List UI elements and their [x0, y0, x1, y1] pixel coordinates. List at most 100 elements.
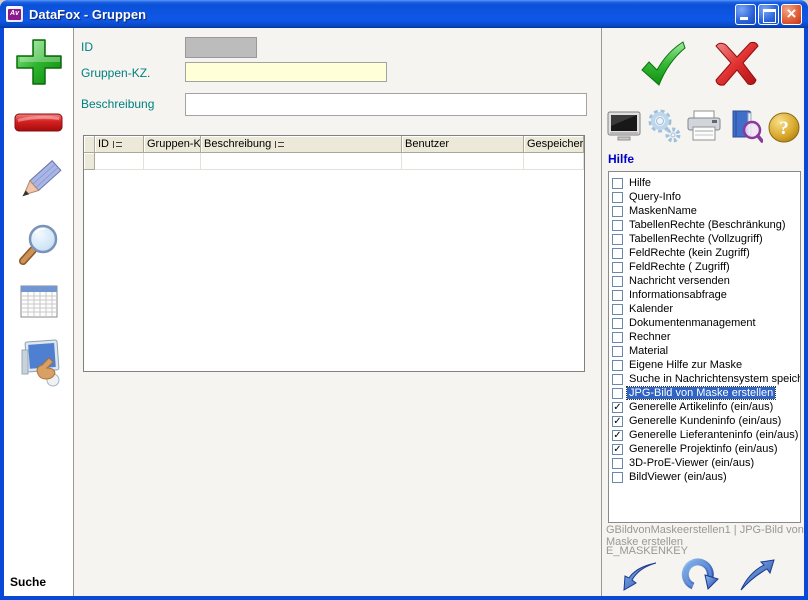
back-button[interactable] [622, 560, 658, 594]
beschreibung-field[interactable] [185, 93, 587, 116]
gruppen-kz-field[interactable] [185, 62, 387, 82]
help-option-informationsabfrage[interactable]: Informationsabfrage [609, 288, 800, 302]
left-toolbar: Suche [4, 28, 74, 596]
help-option-hilfe[interactable]: Hilfe [609, 176, 800, 190]
title-bar[interactable]: Av DataFox - Gruppen [0, 0, 808, 28]
list-button[interactable] [4, 283, 73, 321]
row-selector-cell[interactable] [84, 153, 95, 170]
screen-button[interactable] [607, 110, 641, 142]
app-window: Av DataFox - Gruppen [0, 0, 808, 600]
checkbox[interactable] [612, 360, 623, 371]
arrow-refresh-icon [681, 555, 721, 593]
cancel-button[interactable] [712, 40, 762, 88]
checkbox[interactable] [612, 192, 623, 203]
help-option-label: Query-Info [627, 191, 683, 203]
help-option-3d-proe-viewer-ein-aus[interactable]: 3D-ProE-Viewer (ein/aus) [609, 456, 800, 470]
help-option-suche-in-nachrichtensystem-speich[interactable]: Suche in Nachrichtensystem speich [609, 372, 800, 386]
help-option-tabellenrechte-beschr-nkung[interactable]: TabellenRechte (Beschränkung) [609, 218, 800, 232]
arrow-back-icon [622, 560, 658, 594]
checkbox[interactable] [612, 178, 623, 189]
edit-button[interactable] [4, 158, 73, 206]
help-options-list: HilfeQuery-InfoMaskenNameTabellenRechte … [608, 171, 801, 523]
help-option-nachricht-versenden[interactable]: Nachricht versenden [609, 274, 800, 288]
document-search-button[interactable] [727, 108, 763, 143]
help-option-tabellenrechte-vollzugriff[interactable]: TabellenRechte (Vollzugriff) [609, 232, 800, 246]
checkbox[interactable] [612, 276, 623, 287]
search-button[interactable] [4, 222, 73, 268]
forward-button[interactable] [739, 558, 775, 592]
help-option-bildviewer-ein-aus[interactable]: BildViewer (ein/aus) [609, 470, 800, 484]
help-option-generelle-kundeninfo-ein-aus[interactable]: ✓Generelle Kundeninfo (ein/aus) [609, 414, 800, 428]
checkbox[interactable] [612, 472, 623, 483]
checkbox[interactable] [612, 374, 623, 385]
column-header-benutzer[interactable]: Benutzer [402, 136, 524, 153]
row-selector-header [84, 136, 95, 153]
checkbox[interactable] [612, 206, 623, 217]
select-screen-button[interactable] [4, 338, 73, 388]
minimize-button[interactable] [735, 4, 756, 25]
help-option-label: TabellenRechte (Beschränkung) [627, 219, 788, 231]
checkbox[interactable] [612, 304, 623, 315]
table-icon [19, 283, 59, 321]
close-button[interactable] [781, 4, 802, 25]
table-cell [95, 153, 144, 170]
monitor-icon [607, 110, 641, 142]
beschreibung-label: Beschreibung [81, 97, 154, 111]
help-option-feldrechte-zugriff[interactable]: FeldRechte ( Zugriff) [609, 260, 800, 274]
column-header-gespeicher[interactable]: Gespeicher [524, 136, 584, 153]
id-field[interactable] [185, 37, 257, 58]
ok-button[interactable] [637, 38, 689, 90]
help-option-jpg-bild-von-maske-erstellen[interactable]: JPG-Bild von Maske erstellen [609, 386, 800, 400]
checkbox[interactable]: ✓ [612, 430, 623, 441]
checkbox[interactable] [612, 388, 623, 399]
checkbox[interactable] [612, 262, 623, 273]
table-cell [402, 153, 524, 170]
settings-button[interactable] [645, 107, 682, 143]
help-option-generelle-lieferanteninfo-ein-aus[interactable]: ✓Generelle Lieferanteninfo (ein/aus) [609, 428, 800, 442]
checkbox[interactable]: ✓ [612, 444, 623, 455]
refresh-button[interactable] [681, 555, 721, 593]
help-option-maskenname[interactable]: MaskenName [609, 204, 800, 218]
main-area: ID Gruppen-KZ. Beschreibung IDGruppen-KB… [74, 28, 602, 596]
column-header-id[interactable]: ID [95, 136, 144, 153]
sort-icon [113, 141, 122, 148]
search-section-label: Suche [10, 575, 46, 589]
help-option-label: Nachricht versenden [627, 275, 732, 287]
column-header-beschreibung[interactable]: Beschreibung [201, 136, 402, 153]
sort-icon [275, 141, 284, 148]
help-option-eigene-hilfe-zur-maske[interactable]: Eigene Hilfe zur Maske [609, 358, 800, 372]
delete-button[interactable] [4, 112, 73, 133]
checkbox[interactable]: ✓ [612, 402, 623, 413]
table-row[interactable] [84, 153, 584, 170]
help-option-feldrechte-kein-zugriff[interactable]: FeldRechte (kein Zugriff) [609, 246, 800, 260]
help-option-dokumentenmanagement[interactable]: Dokumentenmanagement [609, 316, 800, 330]
checkbox[interactable] [612, 248, 623, 259]
gruppen-kz-label: Gruppen-KZ. [81, 66, 150, 80]
print-button[interactable] [686, 110, 722, 142]
checkbox[interactable] [612, 332, 623, 343]
table-header-row: IDGruppen-KBeschreibungBenutzerGespeiche… [84, 136, 584, 153]
x-icon [712, 40, 762, 88]
help-option-generelle-projektinfo-ein-aus[interactable]: ✓Generelle Projektinfo (ein/aus) [609, 442, 800, 456]
checkbox[interactable] [612, 458, 623, 469]
column-header-gruppen-k[interactable]: Gruppen-K [144, 136, 201, 153]
maximize-button[interactable] [758, 4, 779, 25]
checkbox[interactable] [612, 318, 623, 329]
help-button[interactable]: ? [768, 112, 800, 143]
checkbox[interactable] [612, 234, 623, 245]
help-option-material[interactable]: Material [609, 344, 800, 358]
minus-icon [14, 112, 63, 133]
help-option-rechner[interactable]: Rechner [609, 330, 800, 344]
plus-icon [14, 37, 64, 87]
checkbox[interactable] [612, 290, 623, 301]
checkbox[interactable]: ✓ [612, 416, 623, 427]
help-option-generelle-artikelinfo-ein-aus[interactable]: ✓Generelle Artikelinfo (ein/aus) [609, 400, 800, 414]
help-option-label: Hilfe [627, 177, 653, 189]
help-option-query-info[interactable]: Query-Info [609, 190, 800, 204]
add-button[interactable] [4, 37, 73, 87]
checkbox[interactable] [612, 220, 623, 231]
help-option-label: Rechner [627, 331, 673, 343]
help-option-kalender[interactable]: Kalender [609, 302, 800, 316]
table-cell [201, 153, 402, 170]
checkbox[interactable] [612, 346, 623, 357]
